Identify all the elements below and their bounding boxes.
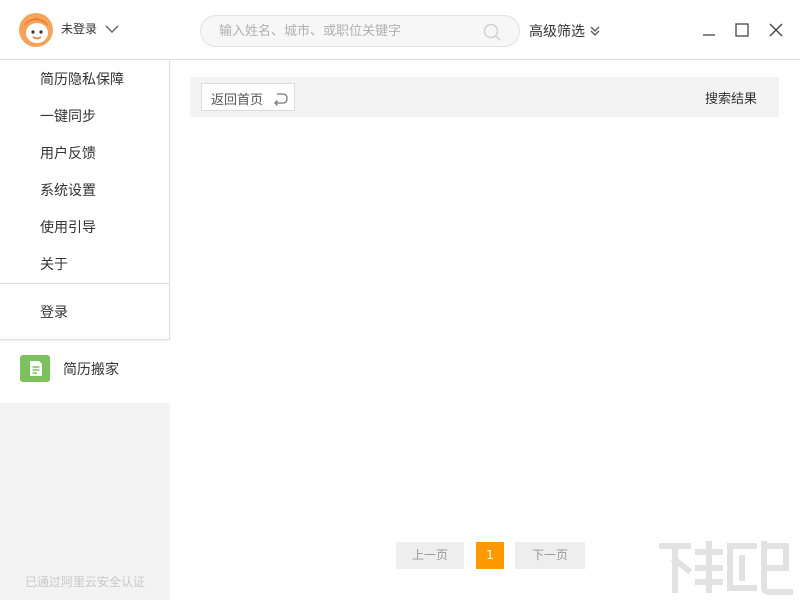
- sidebar: 简历隐私保障 一键同步 用户反馈 系统设置 使用引导 关于 登录 简历搬家 已通…: [0, 60, 170, 600]
- results-toolbar: 返回首页 搜索结果: [190, 77, 779, 117]
- sidebar-menu: 简历隐私保障 一键同步 用户反馈 系统设置 使用引导 关于 登录: [0, 60, 170, 340]
- user-avatar-icon[interactable]: [18, 12, 54, 48]
- search-icon[interactable]: [482, 22, 502, 42]
- prev-page-button[interactable]: 上一页: [396, 542, 464, 569]
- search-box: [200, 15, 520, 47]
- chevron-down-icon[interactable]: [104, 22, 120, 36]
- back-home-label: 返回首页: [211, 93, 264, 108]
- sidebar-item-feedback[interactable]: 用户反馈: [40, 143, 96, 163]
- advanced-filter-button[interactable]: 高级筛选: [529, 21, 585, 41]
- user-status-label[interactable]: 未登录: [61, 20, 97, 37]
- resume-move-label: 简历搬家: [63, 362, 119, 378]
- maximize-icon[interactable]: [732, 20, 752, 40]
- security-certification-note: 已通过阿里云安全认证: [25, 575, 146, 589]
- title-bar: 未登录 高级筛选: [0, 0, 800, 60]
- resume-move-button[interactable]: 简历搬家: [0, 341, 170, 403]
- next-page-button[interactable]: 下一页: [515, 542, 585, 569]
- search-input[interactable]: [219, 16, 479, 46]
- back-home-button[interactable]: 返回首页: [201, 83, 295, 111]
- page-number-button[interactable]: 1: [476, 542, 504, 569]
- search-results-label: 搜索结果: [704, 92, 757, 107]
- sidebar-item-sync[interactable]: 一键同步: [40, 106, 96, 126]
- login-section: 登录: [0, 283, 170, 340]
- sidebar-item-settings[interactable]: 系统设置: [40, 180, 96, 200]
- watermark-logo: [659, 541, 793, 595]
- sidebar-item-privacy[interactable]: 简历隐私保障: [40, 69, 124, 89]
- double-chevron-down-icon[interactable]: [589, 25, 601, 37]
- minimize-icon[interactable]: [699, 20, 719, 40]
- sidebar-item-guide[interactable]: 使用引导: [40, 217, 96, 237]
- return-arrow-icon: [274, 93, 288, 106]
- sidebar-item-about[interactable]: 关于: [40, 254, 68, 274]
- login-button[interactable]: 登录: [40, 302, 68, 322]
- close-icon[interactable]: [766, 20, 786, 40]
- document-icon: [20, 355, 50, 382]
